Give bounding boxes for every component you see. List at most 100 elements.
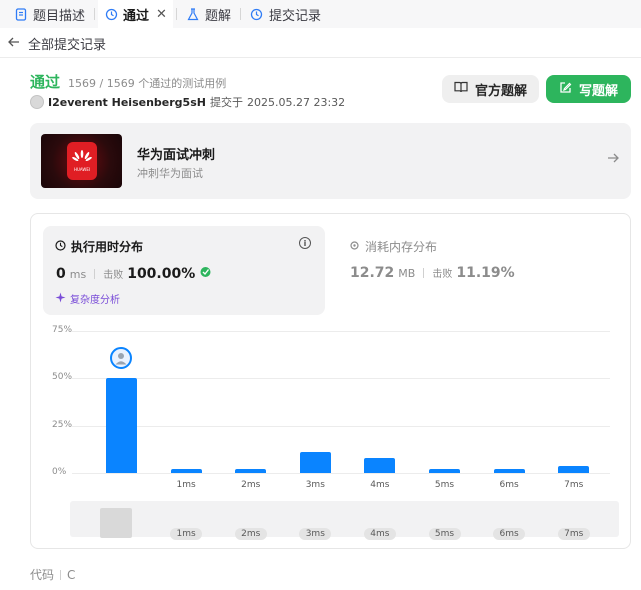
user-avatar-icon	[115, 353, 127, 365]
x-tick-label: 3ms	[305, 480, 325, 490]
memory-value: 12.72	[350, 265, 395, 281]
memory-title-text: 消耗内存分布	[365, 240, 438, 254]
banner-image: HUAWEI	[41, 134, 122, 188]
sparkle-icon	[55, 292, 66, 306]
chart-bar[interactable]	[429, 469, 460, 473]
x-tick-label: 1ms	[176, 480, 196, 490]
complexity-analysis-link[interactable]: 复杂度分析	[55, 291, 120, 306]
status-text: 通过	[30, 73, 61, 91]
code-label: 代码	[30, 568, 55, 582]
tab-label: 题目描述	[33, 8, 86, 24]
divider	[60, 569, 62, 580]
submitted-time: 2025.05.27 23:32	[246, 95, 346, 109]
chart-bar[interactable]	[364, 457, 396, 473]
flask-icon	[186, 7, 200, 21]
complexity-label: 复杂度分析	[70, 295, 120, 306]
tab-bar: 题目描述 通过 ✕ 题解 提交记录	[0, 0, 641, 28]
tab-label: 提交记录	[268, 8, 321, 24]
chart-bar[interactable]	[299, 452, 331, 473]
testcase-count: 1569 / 1569 个通过的测试用例	[68, 77, 227, 90]
tab-divider	[239, 8, 241, 20]
document-icon	[14, 7, 28, 21]
info-icon[interactable]: i	[299, 237, 311, 249]
divider	[423, 268, 425, 278]
memory-beat-value: 11.19%	[456, 265, 515, 281]
runtime-title-text: 执行用时分布	[71, 240, 144, 254]
runtime-beat-value: 100.00%	[127, 266, 196, 282]
banner-subtitle: 冲刺华为面试	[137, 167, 203, 180]
user-position-marker	[110, 347, 132, 369]
write-solution-label: 写题解	[578, 83, 618, 99]
official-solution-label: 官方题解	[474, 83, 527, 99]
logo-text: HUAWEI	[73, 167, 91, 172]
gridline	[72, 331, 610, 332]
x-tick-label: 6ms	[499, 480, 519, 490]
memory-title: 消耗内存分布	[349, 238, 437, 255]
huawei-logo-icon: HUAWEI	[67, 142, 97, 180]
x-tick-label: 5ms	[434, 480, 455, 490]
navigator-tick-label: 5ms	[428, 528, 461, 540]
y-tick-label: 50%	[52, 372, 73, 383]
range-selector-handle[interactable]	[100, 508, 132, 538]
clock-icon	[55, 239, 66, 254]
username[interactable]: I2everent Heisenberg5sH	[48, 96, 206, 109]
gridline	[72, 425, 610, 427]
runtime-value: 0	[56, 266, 66, 282]
tab-solutions[interactable]: 题解	[180, 0, 237, 28]
memory-unit: MB	[398, 267, 416, 280]
runtime-beat-label: 击败	[103, 270, 124, 281]
memory-beat-label: 击败	[432, 269, 453, 280]
navigator-tick-label: 2ms	[234, 528, 267, 540]
official-solution-button[interactable]: 官方题解	[442, 75, 539, 103]
x-tick-label: 7ms	[564, 480, 584, 490]
submission-meta: I2everent Heisenberg5sH 提交于 2025.05.27 2…	[30, 94, 345, 110]
celebrate-icon	[199, 265, 212, 281]
tab-divider	[94, 8, 96, 20]
back-link[interactable]: 全部提交记录	[8, 33, 106, 53]
chart-bar[interactable]	[106, 378, 137, 473]
chip-icon	[349, 240, 360, 254]
history-icon	[250, 7, 264, 21]
memory-panel[interactable]: 消耗内存分布 12.72 MB 击败 11.19%	[349, 238, 515, 281]
y-tick-label: 75%	[52, 325, 73, 335]
code-header: 代码 C	[30, 566, 75, 583]
avatar[interactable]	[30, 95, 44, 109]
banner-title: 华为面试冲刺	[137, 148, 216, 163]
chart-range-navigator[interactable]	[70, 501, 619, 537]
promo-banner[interactable]: HUAWEI 华为面试冲刺 冲刺华为面试	[30, 123, 631, 199]
navigator-tick-label: 1ms	[170, 528, 203, 540]
y-tick-label: 25%	[52, 419, 73, 430]
close-icon[interactable]: ✕	[156, 7, 167, 22]
divider	[0, 57, 641, 58]
edit-icon	[559, 81, 572, 98]
submission-status: 通过 1569 / 1569 个通过的测试用例	[30, 71, 226, 92]
x-tick-label: 4ms	[370, 480, 390, 490]
arrow-right-icon	[607, 151, 619, 167]
book-icon	[454, 81, 468, 97]
runtime-title: 执行用时分布	[55, 238, 143, 255]
navigator-tick-label: 3ms	[299, 528, 332, 540]
y-tick-label: 0%	[52, 467, 67, 477]
tab-submissions[interactable]: 提交记录	[244, 0, 327, 28]
runtime-values: 0 ms 击败 100.00%	[56, 265, 212, 282]
history-icon	[104, 7, 118, 21]
navigator-tick-label: 4ms	[363, 528, 396, 540]
navigator-tick-label: 6ms	[493, 528, 526, 540]
tab-description[interactable]: 题目描述	[8, 0, 91, 28]
runtime-panel[interactable]: 执行用时分布 i 0 ms 击败 100.00% 复杂度分析	[43, 226, 325, 315]
code-language[interactable]: C	[67, 568, 75, 582]
gridline	[72, 378, 610, 380]
tab-accepted[interactable]: 通过 ✕	[98, 0, 173, 28]
chart-bar[interactable]	[170, 469, 202, 473]
runtime-unit: ms	[69, 268, 87, 281]
chart-bar[interactable]	[558, 466, 590, 473]
tab-divider	[175, 8, 177, 20]
tab-label: 通过	[123, 8, 150, 24]
x-tick-label: 2ms	[241, 480, 261, 490]
memory-values: 12.72 MB 击败 11.19%	[350, 265, 515, 281]
write-solution-button[interactable]: 写题解	[546, 75, 631, 103]
tab-label: 题解	[204, 8, 231, 24]
chart-bar[interactable]	[493, 469, 525, 473]
submitted-prefix: 提交于	[209, 96, 243, 109]
chart-bar[interactable]	[235, 469, 267, 473]
